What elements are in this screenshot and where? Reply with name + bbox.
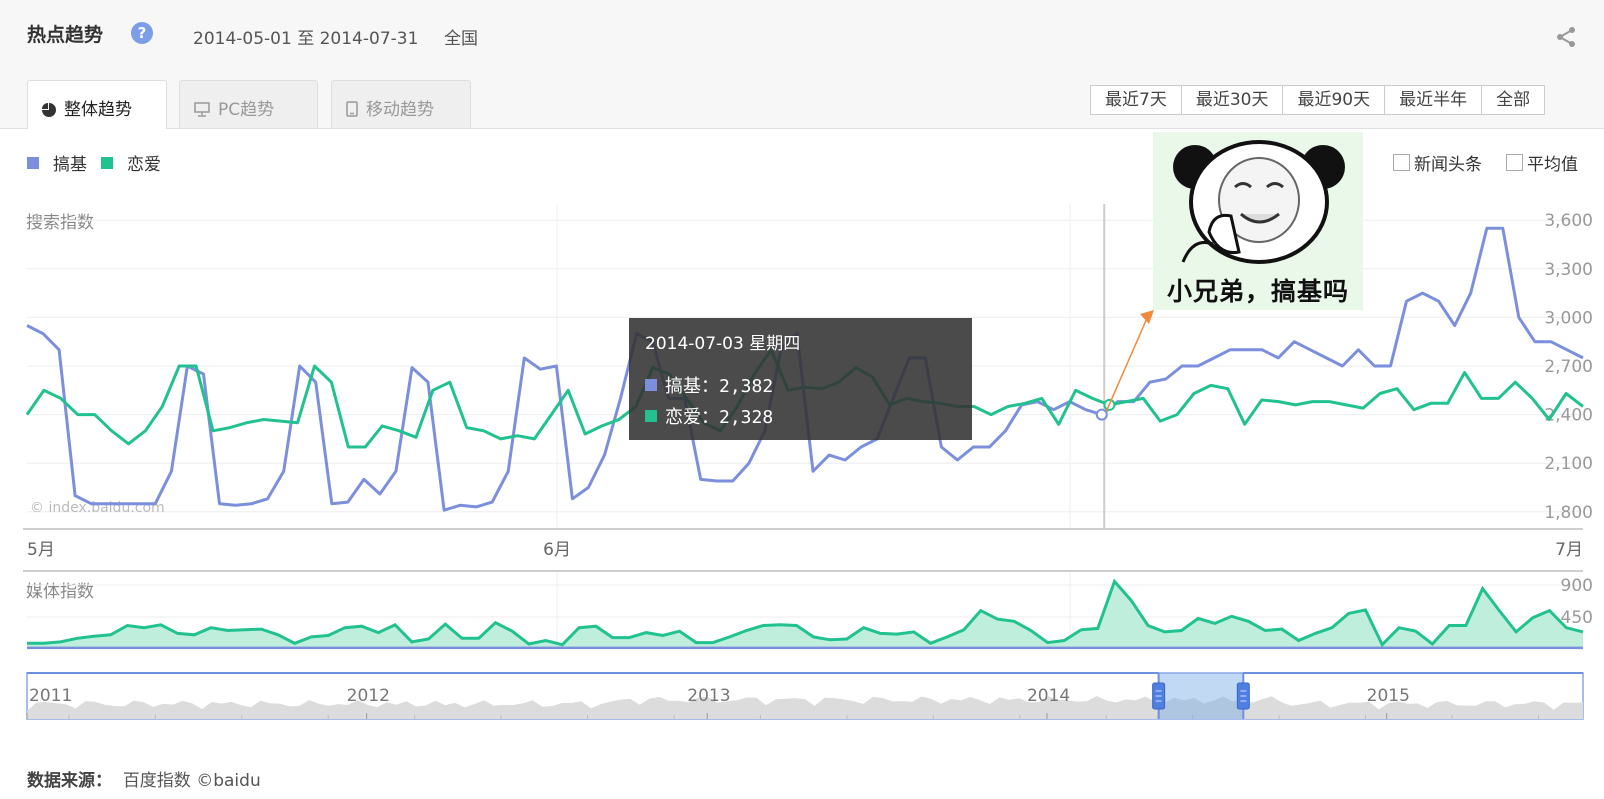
chart-tooltip: 2014-07-03 星期四 搞基：2,382 恋爱：2,328 <box>629 318 972 440</box>
data-source-value: 百度指数 ©baidu <box>122 771 261 791</box>
tooltip-swatch <box>645 410 657 422</box>
panda-meme-image: 小兄弟，搞基吗 <box>1153 132 1363 310</box>
search-ytick-label: 1,800 <box>1544 503 1593 523</box>
media-series-area <box>27 581 1583 649</box>
tooltip-row-lianai: 恋爱：2,328 <box>645 403 773 429</box>
navigator-selection <box>1158 673 1244 719</box>
navigator-year-label: 2015 <box>1367 686 1410 706</box>
navigator-year-label: 2011 <box>29 686 72 706</box>
meme-caption: 小兄弟，搞基吗 <box>1166 277 1349 306</box>
search-ytick-label: 2,700 <box>1544 357 1593 377</box>
data-source: 数据来源： 百度指数 ©baidu <box>27 766 261 791</box>
hover-point-marker <box>1095 408 1108 421</box>
tooltip-value-gaoji: 搞基：2,382 <box>665 376 774 397</box>
search-xtick-label: 5月 <box>27 540 55 560</box>
navigator-year-label: 2014 <box>1027 686 1070 706</box>
data-source-label: 数据来源： <box>27 771 112 791</box>
search-xtick-label: 6月 <box>543 540 571 560</box>
search-ytick-label: 3,600 <box>1544 211 1593 231</box>
media-ytick-label: 900 <box>1561 576 1593 596</box>
tooltip-row-gaoji: 搞基：2,382 <box>645 372 773 398</box>
search-xtick-label: 7月 <box>1555 540 1583 560</box>
search-ytick-label: 3,300 <box>1544 260 1593 280</box>
navigator-year-label: 2013 <box>687 686 730 706</box>
panda-face-icon <box>1173 140 1345 264</box>
tooltip-date: 2014-07-03 星期四 <box>645 334 801 354</box>
search-ytick-label: 3,000 <box>1544 308 1593 328</box>
search-ytick-label: 2,100 <box>1544 454 1593 474</box>
navigator-year-label: 2012 <box>347 686 390 706</box>
tooltip-swatch <box>645 379 657 391</box>
tooltip-value-lianai: 恋爱：2,328 <box>665 407 774 428</box>
